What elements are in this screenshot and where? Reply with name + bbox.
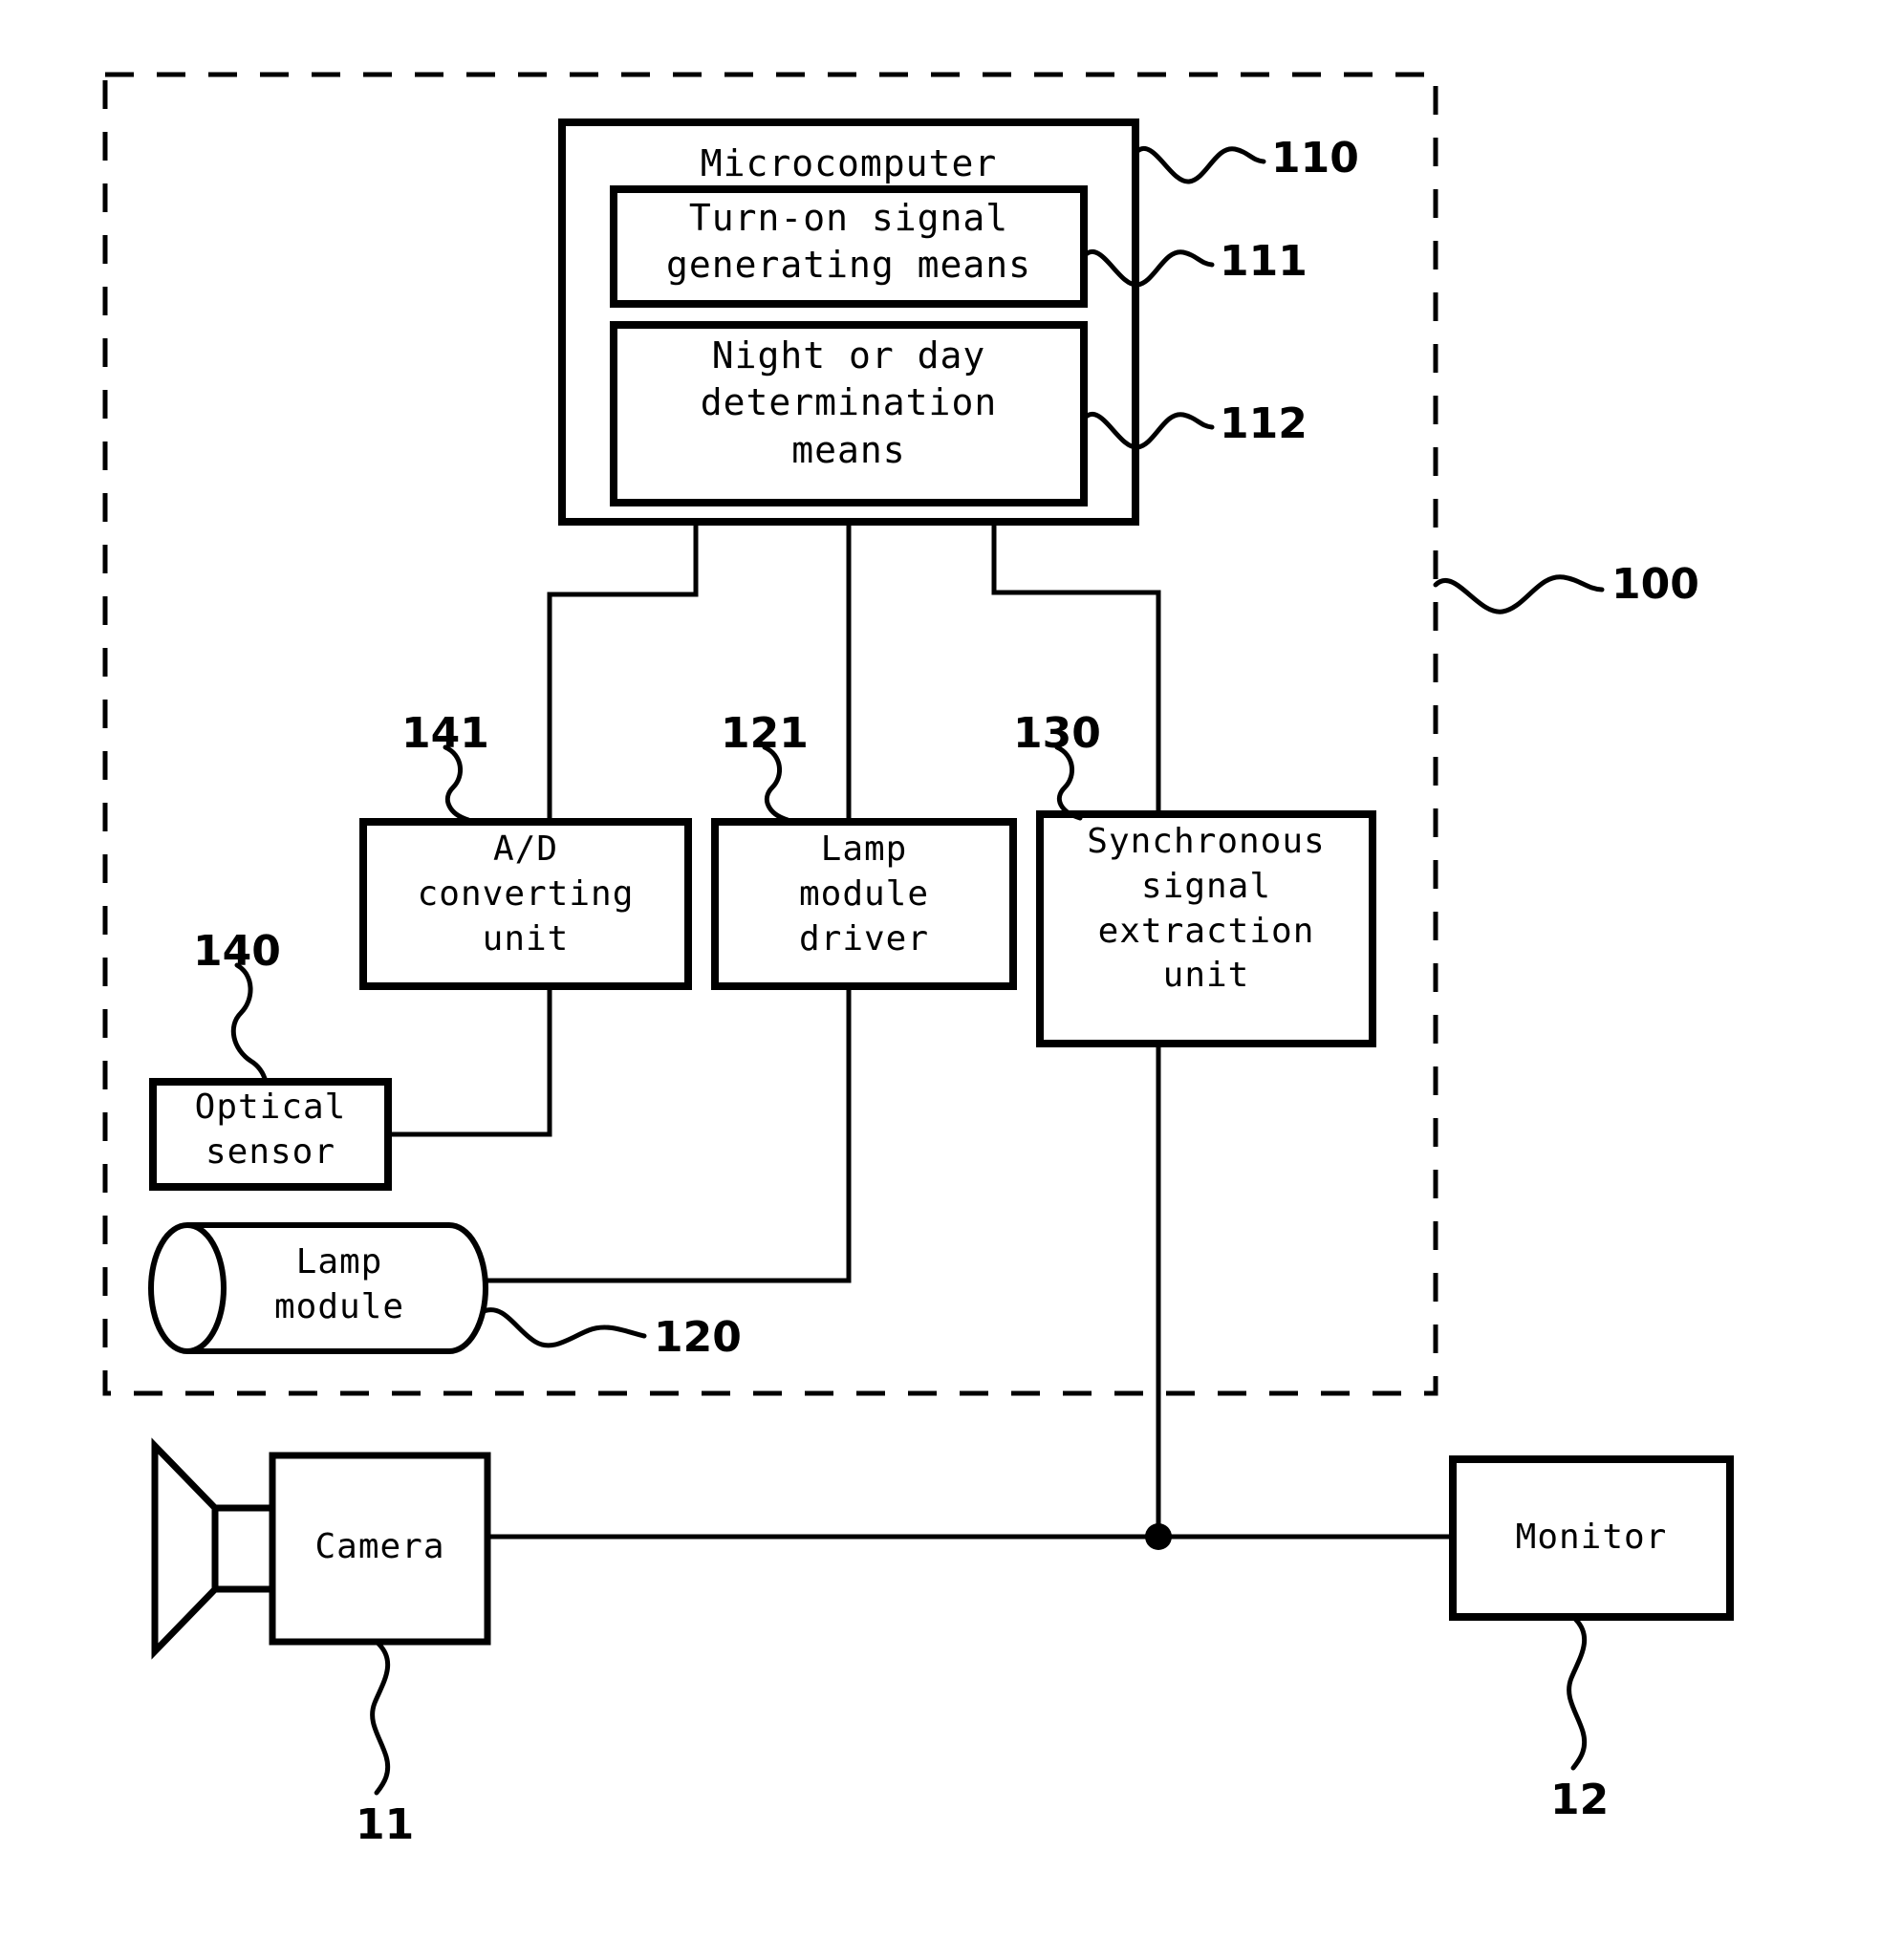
- turn-on-signal-box: [610, 185, 1088, 308]
- monitor-box: [1449, 1455, 1734, 1621]
- ref-numeral-120: 120: [654, 1313, 742, 1362]
- camera-shape: [151, 1437, 491, 1660]
- leader-110: [1133, 146, 1266, 184]
- patent-figure-canvas: Microcomputer Turn-on signal generating …: [0, 0, 1881, 1960]
- optical-sensor-box: [149, 1078, 392, 1191]
- ref-numeral-130: 130: [1013, 709, 1101, 758]
- ref-numeral-112: 112: [1220, 399, 1308, 448]
- leader-130: [1054, 744, 1083, 821]
- ref-numeral-121: 121: [721, 709, 809, 758]
- leader-12: [1567, 1616, 1588, 1771]
- ad-converting-unit-box: [359, 818, 692, 990]
- diagram-line-art: [102, 72, 1734, 1796]
- ref-numeral-100: 100: [1611, 560, 1699, 609]
- leader-100: [1433, 574, 1605, 614]
- wire-optical-to-ad: [388, 986, 552, 1137]
- lamp-module-cylinder: [148, 1222, 488, 1354]
- ref-numeral-140: 140: [193, 927, 281, 976]
- ref-numeral-141: 141: [401, 709, 489, 758]
- wire-micro-to-sync: [991, 522, 1161, 814]
- wire-micro-to-ad: [547, 522, 699, 822]
- leader-121: [762, 744, 790, 823]
- leader-120: [481, 1307, 647, 1348]
- leader-140: [230, 962, 269, 1085]
- night-day-box: [610, 321, 1088, 506]
- video-bus-junction-dot: [1145, 1523, 1172, 1550]
- ref-numeral-11: 11: [356, 1800, 415, 1849]
- sync-signal-extraction-unit-box: [1036, 810, 1376, 1047]
- ref-numeral-111: 111: [1220, 237, 1308, 286]
- leader-141: [443, 744, 471, 823]
- ref-numeral-12: 12: [1550, 1776, 1610, 1824]
- ref-numeral-110: 110: [1271, 134, 1359, 183]
- leader-11: [370, 1641, 391, 1796]
- lamp-module-driver-box: [711, 818, 1017, 990]
